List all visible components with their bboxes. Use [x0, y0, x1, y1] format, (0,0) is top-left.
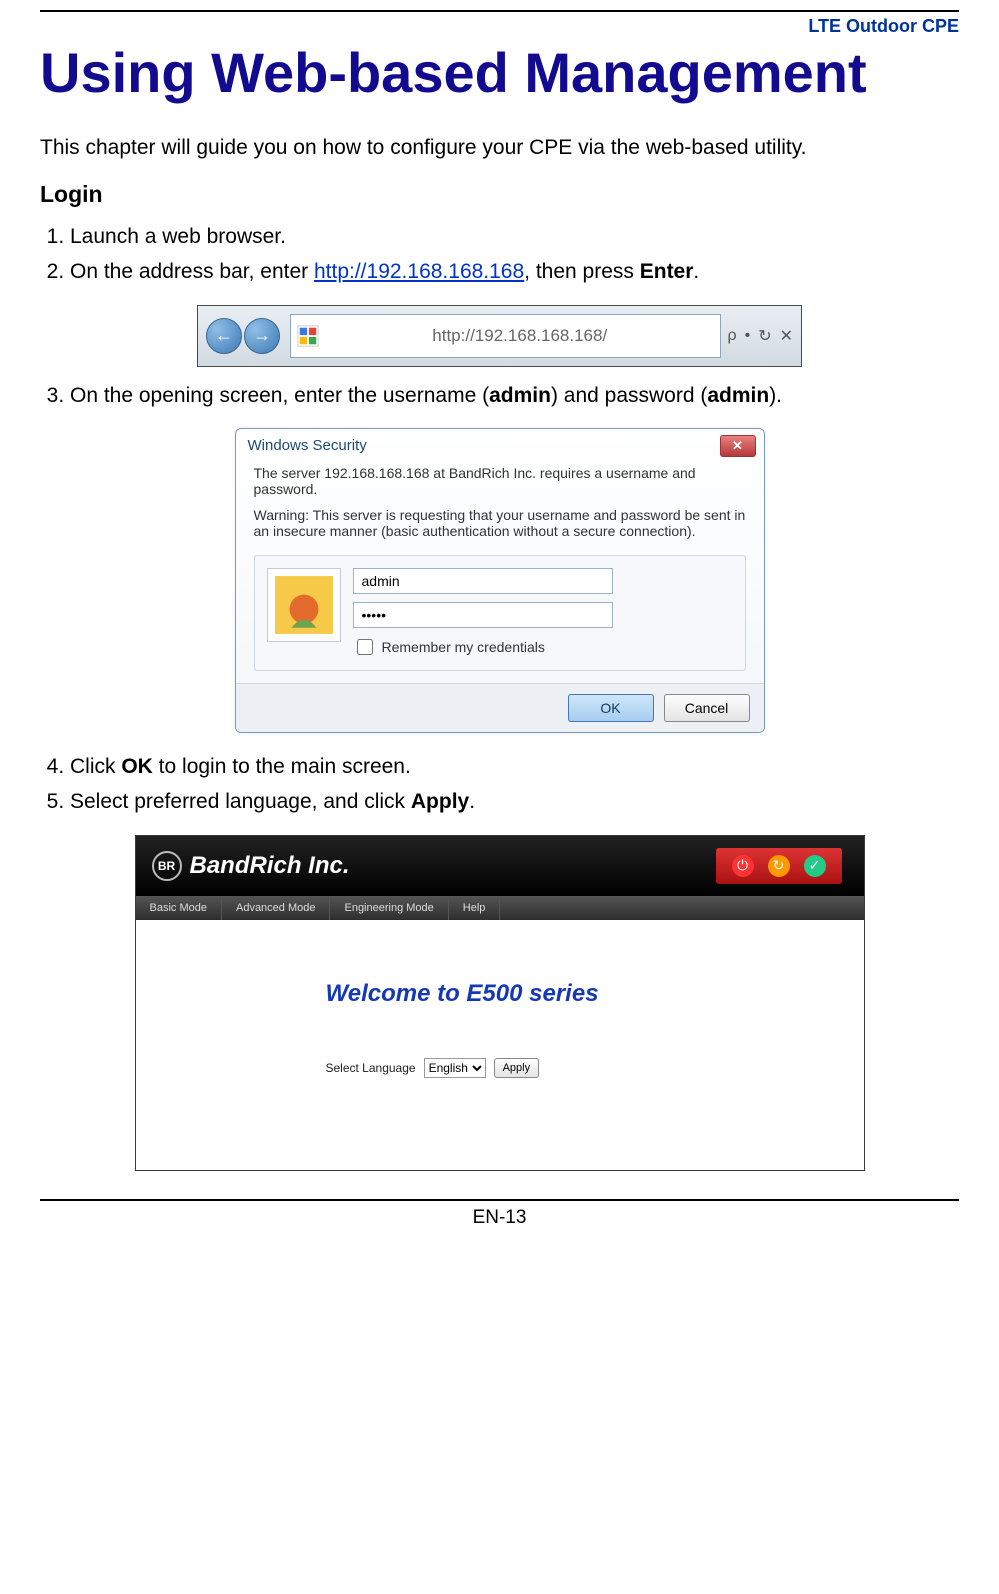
step-2: On the address bar, enter http://192.168… — [70, 257, 959, 286]
remember-checkbox[interactable] — [357, 639, 373, 655]
page-number: EN-13 — [40, 1207, 959, 1245]
step-1: Launch a web browser. — [70, 222, 959, 251]
login-steps-list: Launch a web browser. On the address bar… — [40, 222, 959, 287]
chapter-title: Using Web-based Management — [40, 41, 959, 105]
step-2-pre: On the address bar, enter — [70, 260, 314, 283]
quick-actions: ⏻ ↻ ✓ — [716, 848, 842, 884]
section-login-heading: Login — [40, 181, 959, 208]
refresh-icon[interactable]: ↻ — [768, 855, 790, 877]
welcome-heading: Welcome to E500 series — [326, 980, 864, 1008]
login-steps-list-cont: On the opening screen, enter the usernam… — [40, 381, 959, 410]
apply-label: Apply — [503, 1062, 531, 1074]
stop-icon[interactable]: ✕ — [780, 326, 793, 346]
forward-button[interactable]: → — [244, 318, 280, 354]
ok-label: OK — [600, 700, 620, 716]
browser-address-bar: ← → http://192.168.168.168/ ρ • ↻ ✕ — [197, 305, 802, 367]
divider: • — [745, 327, 751, 345]
remember-label: Remember my credentials — [382, 639, 545, 655]
menu-basic-mode[interactable]: Basic Mode — [136, 896, 222, 920]
bandrich-menu: Basic Mode Advanced Mode Engineering Mod… — [136, 896, 864, 920]
bandrich-logo: BR BandRich Inc. — [152, 851, 350, 881]
language-select[interactable]: English — [424, 1058, 486, 1078]
power-icon[interactable]: ⏻ — [732, 855, 754, 877]
windows-security-dialog: Windows Security ✕ The server 192.168.16… — [235, 428, 765, 733]
nav-buttons: ← → — [198, 306, 288, 366]
step-4: Click OK to login to the main screen. — [70, 752, 959, 781]
bottom-rule — [40, 1199, 959, 1201]
search-icon[interactable]: ρ — [727, 327, 736, 345]
back-button[interactable]: ← — [206, 318, 242, 354]
arrow-left-icon: ← — [215, 325, 233, 346]
step-3-user: admin — [489, 384, 551, 407]
top-rule — [40, 10, 959, 12]
step-5-apply: Apply — [411, 790, 469, 813]
credentials-fields: Remember my credentials — [353, 568, 733, 658]
bandrich-header: BR BandRich Inc. ⏻ ↻ ✓ — [136, 836, 864, 896]
dialog-title-row: Windows Security ✕ — [236, 429, 764, 459]
url-input-wrap[interactable]: http://192.168.168.168/ — [290, 314, 721, 358]
favicon-icon — [297, 325, 319, 347]
figure-bandrich-welcome: BR BandRich Inc. ⏻ ↻ ✓ Basic Mode Advanc… — [40, 835, 959, 1171]
cancel-label: Cancel — [685, 700, 729, 716]
ok-button[interactable]: OK — [568, 694, 654, 722]
step-4-post: to login to the main screen. — [153, 755, 411, 778]
step-3: On the opening screen, enter the usernam… — [70, 381, 959, 410]
step-5-pre: Select preferred language, and click — [70, 790, 411, 813]
login-steps-list-cont2: Click OK to login to the main screen. Se… — [40, 752, 959, 817]
cancel-button[interactable]: Cancel — [664, 694, 750, 722]
step-5: Select preferred language, and click App… — [70, 787, 959, 816]
step-2-post: . — [693, 260, 699, 283]
dialog-close-button[interactable]: ✕ — [720, 435, 756, 457]
step-3-post: ). — [769, 384, 782, 407]
select-language-label: Select Language — [326, 1061, 416, 1075]
username-input[interactable] — [353, 568, 613, 594]
apply-button[interactable]: Apply — [494, 1058, 540, 1078]
bandrich-brand: BandRich Inc. — [190, 852, 350, 880]
step-3-pre: On the opening screen, enter the usernam… — [70, 384, 489, 407]
dialog-message-2: Warning: This server is requesting that … — [254, 507, 746, 539]
url-text: http://192.168.168.168/ — [325, 326, 714, 346]
menu-advanced-mode[interactable]: Advanced Mode — [222, 896, 331, 920]
credentials-panel: Remember my credentials — [254, 555, 746, 671]
bandrich-app-frame: BR BandRich Inc. ⏻ ↻ ✓ Basic Mode Advanc… — [135, 835, 865, 1171]
refresh-icon[interactable]: ↻ — [758, 326, 771, 346]
close-icon: ✕ — [732, 438, 743, 454]
dialog-footer: OK Cancel — [236, 683, 764, 732]
menu-engineering-mode[interactable]: Engineering Mode — [330, 896, 448, 920]
figure-security-dialog: Windows Security ✕ The server 192.168.16… — [40, 428, 959, 738]
router-url-link[interactable]: http://192.168.168.168 — [314, 260, 524, 283]
bandrich-content: Welcome to E500 series Select Language E… — [136, 920, 864, 1170]
language-row: Select Language English Apply — [326, 1058, 864, 1078]
step-4-ok: OK — [121, 755, 153, 778]
step-3-mid: ) and password ( — [551, 384, 707, 407]
step-2-enter: Enter — [640, 260, 694, 283]
password-input[interactable] — [353, 602, 613, 628]
step-3-pass: admin — [707, 384, 769, 407]
bandrich-logo-mark-icon: BR — [152, 851, 182, 881]
dialog-title: Windows Security — [248, 437, 367, 454]
doc-header-title: LTE Outdoor CPE — [40, 16, 959, 37]
arrow-right-icon: → — [253, 325, 271, 346]
address-bar-tools: ρ • ↻ ✕ — [727, 306, 801, 366]
menu-help[interactable]: Help — [449, 896, 501, 920]
dialog-body: The server 192.168.168.168 at BandRich I… — [236, 459, 764, 683]
dialog-message-1: The server 192.168.168.168 at BandRich I… — [254, 465, 746, 497]
status-ok-icon[interactable]: ✓ — [804, 855, 826, 877]
remember-credentials-row[interactable]: Remember my credentials — [353, 636, 733, 658]
step-2-mid: , then press — [524, 260, 640, 283]
user-avatar-icon — [267, 568, 341, 642]
figure-address-bar: ← → http://192.168.168.168/ ρ • ↻ ✕ — [40, 305, 959, 367]
step-5-post: . — [469, 790, 475, 813]
intro-paragraph: This chapter will guide you on how to co… — [40, 133, 959, 162]
step-4-pre: Click — [70, 755, 121, 778]
